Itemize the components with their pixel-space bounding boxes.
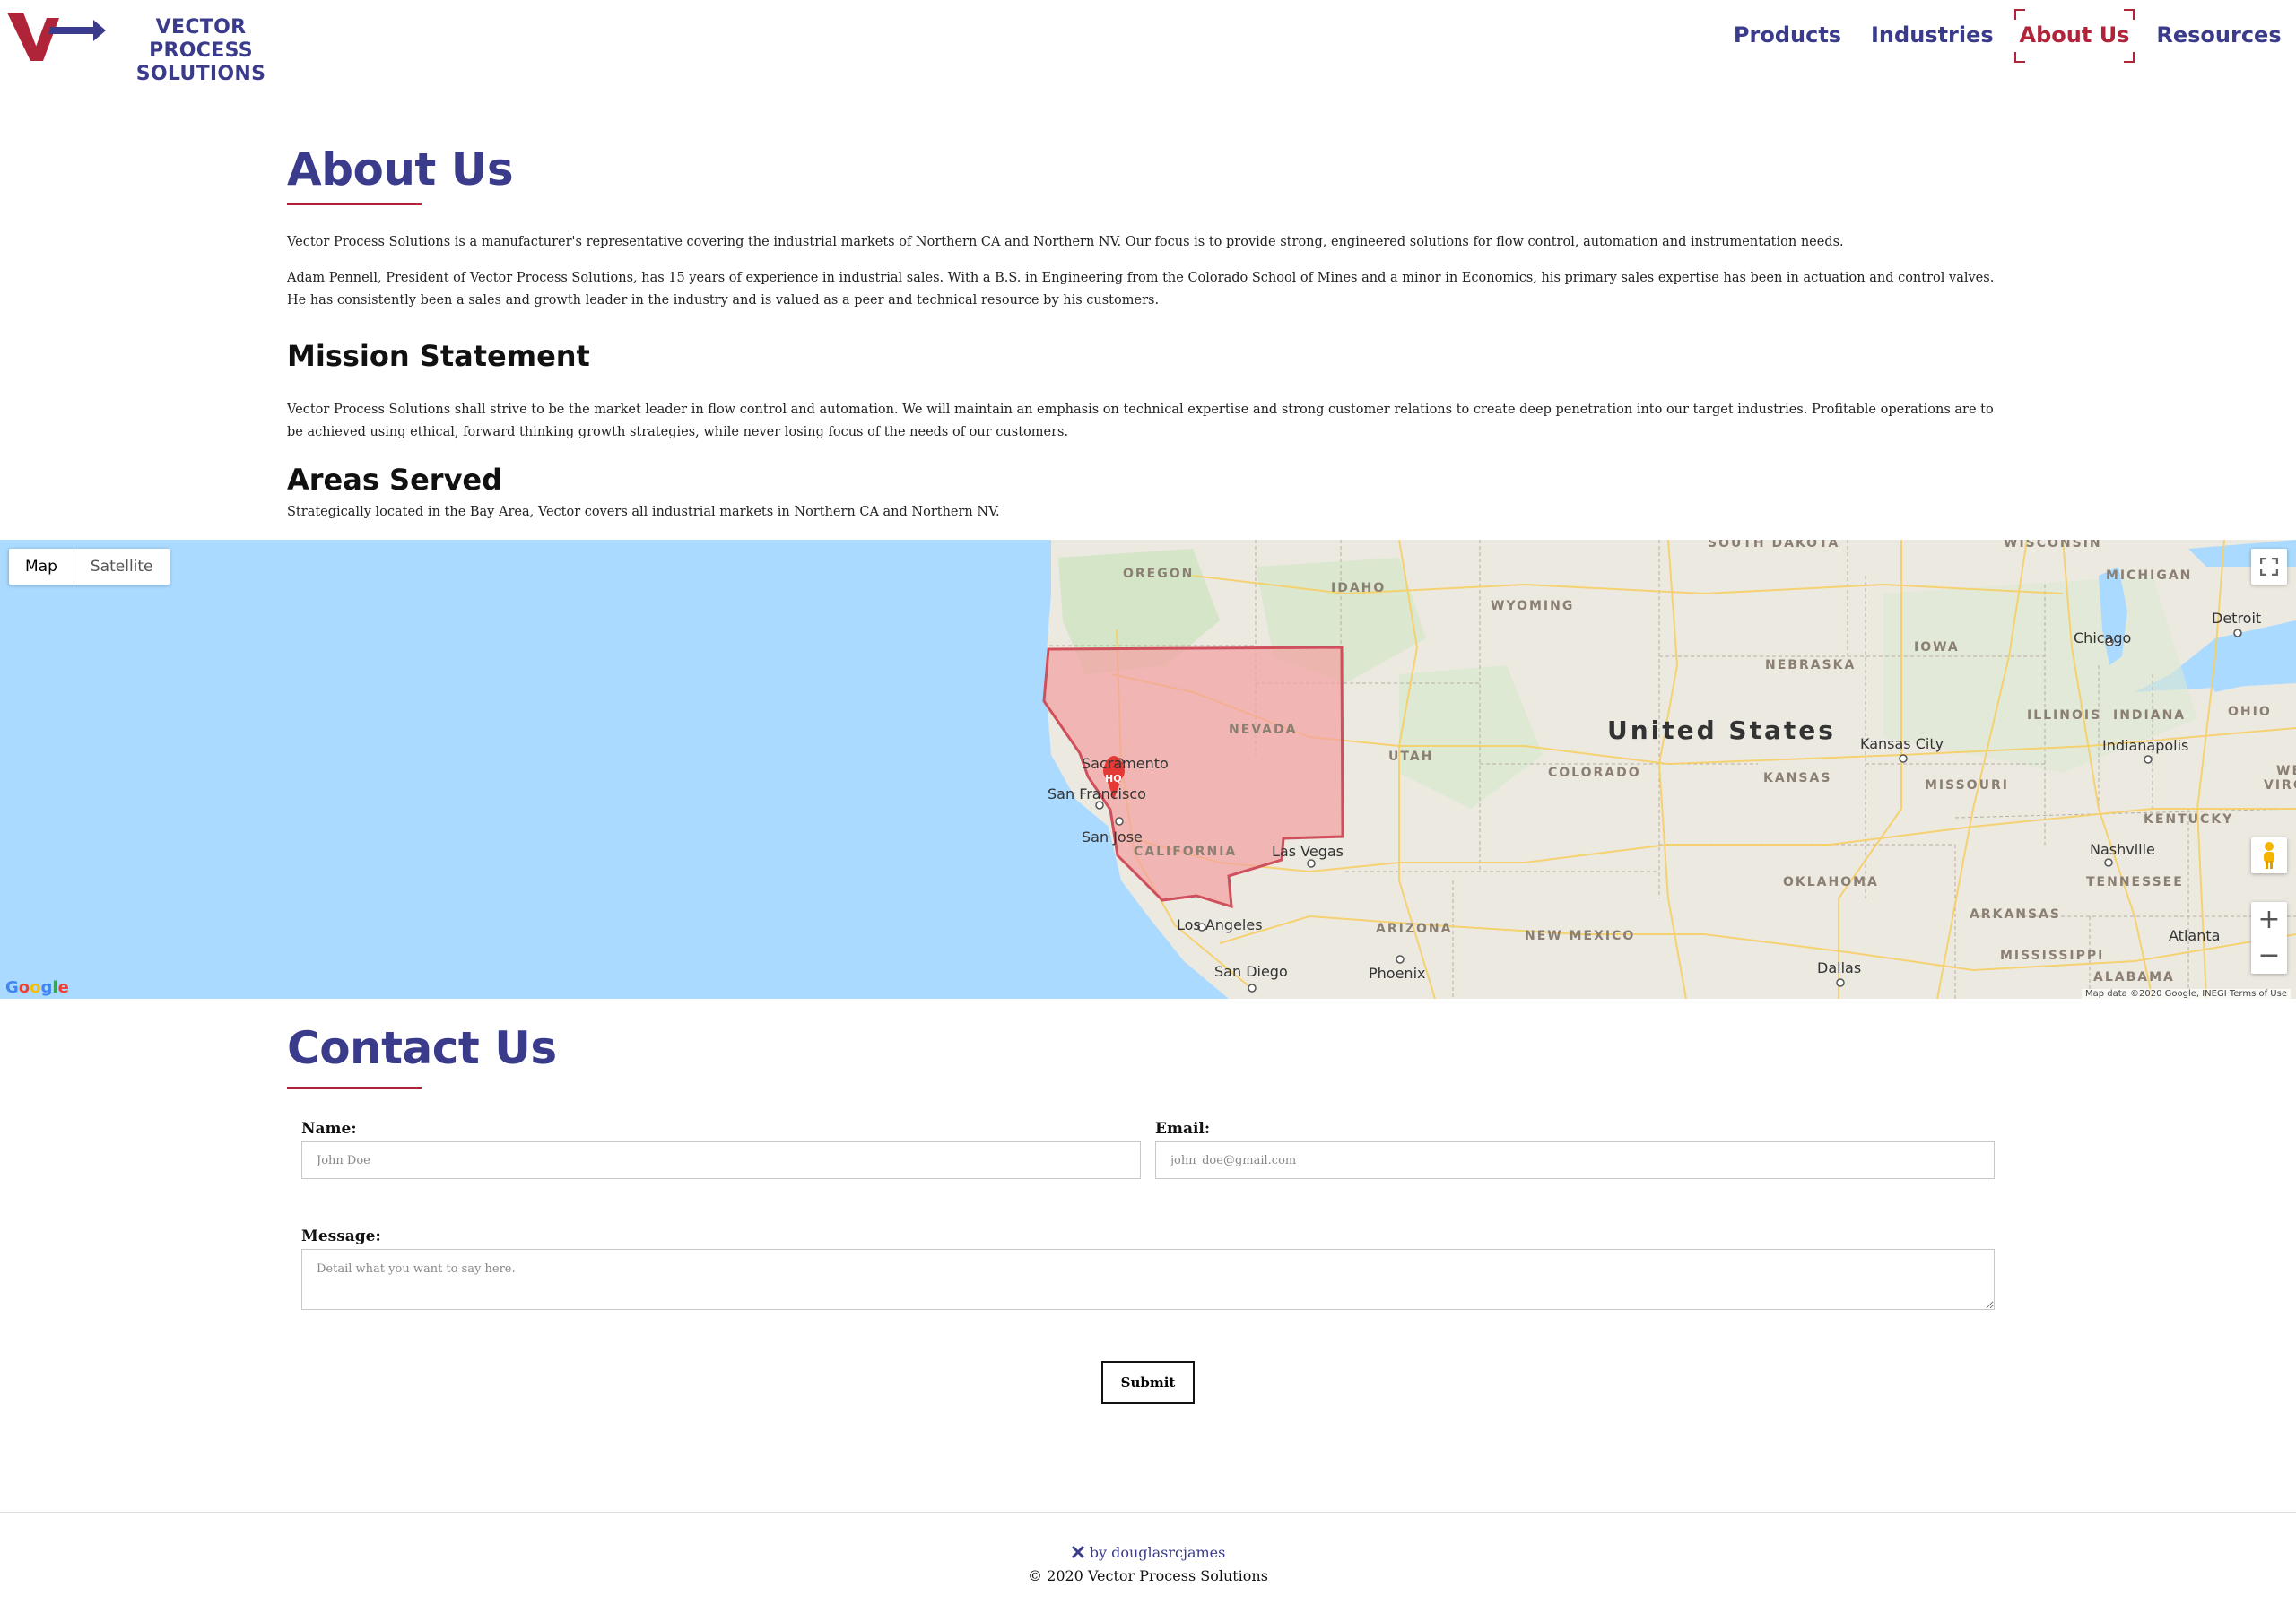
country-label: United States bbox=[1607, 715, 1836, 745]
state-label: ILLINOIS bbox=[2027, 708, 2102, 723]
areas-map[interactable]: HQ SOUTH DAKOTA WISCONSIN MICHIGAN OREGO… bbox=[0, 540, 2296, 999]
state-label: OKLAHOMA bbox=[1783, 875, 1879, 889]
active-bracket-br bbox=[2124, 52, 2135, 63]
email-input[interactable] bbox=[1155, 1141, 1995, 1179]
fullscreen-button[interactable] bbox=[2251, 549, 2287, 585]
state-label: WYOMING bbox=[1491, 599, 1575, 613]
tools-icon bbox=[1071, 1545, 1084, 1559]
state-label: KENTUCKY bbox=[2144, 812, 2234, 827]
site-logo[interactable]: VECTOR PROCESS SOLUTIONS bbox=[7, 9, 294, 85]
state-label: NEBRASKA bbox=[1765, 658, 1857, 672]
logo-mark-icon bbox=[7, 13, 106, 61]
city-label: Phoenix bbox=[1369, 965, 1426, 982]
mission-text: Vector Process Solutions shall strive to… bbox=[287, 403, 1994, 439]
logo-text: VECTOR PROCESS SOLUTIONS bbox=[102, 16, 300, 86]
footer-credit[interactable]: by douglasrcjames bbox=[0, 1544, 2296, 1561]
state-label: ARIZONA bbox=[1376, 922, 1453, 936]
city-label: Los Angeles bbox=[1177, 916, 1263, 933]
city-label: Atlanta bbox=[2169, 927, 2221, 944]
street-view-pegman-button[interactable] bbox=[2251, 837, 2287, 873]
city-label: Chicago bbox=[2074, 629, 2132, 646]
pegman-icon bbox=[2264, 842, 2274, 869]
areas-text: Strategically located in the Bay Area, V… bbox=[287, 505, 1000, 519]
state-label: VIRG bbox=[2264, 778, 2296, 793]
nav-industries[interactable]: Industries bbox=[1871, 9, 1994, 63]
state-label: MISSISSIPPI bbox=[2000, 949, 2105, 963]
city-label: Las Vegas bbox=[1272, 843, 1344, 860]
message-textarea[interactable] bbox=[301, 1249, 1995, 1310]
about-title: About Us bbox=[287, 143, 514, 195]
zoom-control: + − bbox=[2251, 902, 2287, 974]
state-label: OREGON bbox=[1123, 567, 1195, 581]
state-label: UTAH bbox=[1388, 750, 1434, 764]
city-label: Kansas City bbox=[1860, 735, 1944, 752]
fullscreen-icon bbox=[2259, 557, 2279, 577]
contact-title: Contact Us bbox=[287, 1022, 557, 1074]
footer-divider bbox=[0, 1512, 2296, 1513]
nav-about-us[interactable]: About Us bbox=[2014, 9, 2135, 63]
areas-title: Areas Served bbox=[287, 463, 503, 497]
city-label: Indianapolis bbox=[2102, 737, 2189, 754]
footer-copyright: © 2020 Vector Process Solutions bbox=[1028, 1567, 1268, 1584]
active-bracket-tr bbox=[2124, 9, 2135, 20]
google-logo[interactable]: Google bbox=[5, 978, 69, 997]
state-label: NEW MEXICO bbox=[1525, 929, 1636, 943]
logo-line-1: VECTOR PROCESS bbox=[149, 16, 253, 62]
name-label: Name: bbox=[301, 1120, 357, 1138]
city-label: Nashville bbox=[2090, 841, 2155, 858]
city-label: Sacramento bbox=[1082, 755, 1169, 772]
city-label: San Diego bbox=[1214, 963, 1288, 980]
about-title-underline bbox=[287, 203, 422, 205]
city-label: Detroit bbox=[2212, 610, 2262, 627]
city-label: San Jose bbox=[1082, 828, 1143, 846]
state-label: SOUTH DAKOTA bbox=[1708, 540, 1840, 551]
name-input[interactable] bbox=[301, 1141, 1141, 1179]
state-label: MISSOURI bbox=[1925, 778, 2009, 793]
state-label: INDIANA bbox=[2113, 708, 2187, 723]
map-attribution[interactable]: Map data ©2020 Google, INEGI Terms of Us… bbox=[2082, 989, 2291, 999]
map-type-satellite-button[interactable]: Satellite bbox=[73, 549, 170, 585]
logo-line-2: SOLUTIONS bbox=[135, 63, 266, 85]
state-label: WISCONSIN bbox=[2004, 540, 2102, 551]
state-label: ALABAMA bbox=[2093, 970, 2175, 984]
email-label: Email: bbox=[1155, 1120, 1211, 1138]
site-header: VECTOR PROCESS SOLUTIONS Products Indust… bbox=[0, 0, 2296, 85]
state-label: COLORADO bbox=[1548, 766, 1641, 780]
hq-marker-label[interactable]: HQ bbox=[1105, 773, 1122, 785]
state-label: OHIO bbox=[2228, 705, 2272, 719]
state-label: NEVADA bbox=[1229, 723, 1298, 737]
state-label: IOWA bbox=[1914, 640, 1960, 655]
mission-title: Mission Statement bbox=[287, 339, 590, 373]
nav-about-us-label: About Us bbox=[2019, 22, 2130, 48]
contact-title-underline bbox=[287, 1087, 422, 1089]
city-label: San Francisco bbox=[1048, 785, 1146, 802]
nav-resources[interactable]: Resources bbox=[2156, 9, 2282, 63]
state-label: KANSAS bbox=[1763, 771, 1832, 785]
map-type-control: Map Satellite bbox=[9, 549, 170, 585]
zoom-out-button[interactable]: − bbox=[2251, 938, 2287, 974]
state-label: MICHIGAN bbox=[2106, 568, 2193, 583]
message-label: Message: bbox=[301, 1227, 381, 1245]
city-label: Dallas bbox=[1817, 959, 1862, 976]
map-type-map-button[interactable]: Map bbox=[9, 549, 74, 585]
submit-button[interactable]: Submit bbox=[1101, 1361, 1195, 1404]
about-paragraph-1: Vector Process Solutions is a manufactur… bbox=[287, 235, 1844, 249]
state-label: CALIFORNIA bbox=[1134, 845, 1238, 859]
state-label: IDAHO bbox=[1331, 581, 1387, 595]
state-label: ARKANSAS bbox=[1970, 907, 2062, 922]
active-bracket-bl bbox=[2014, 52, 2025, 63]
about-paragraph-2: Adam Pennell, President of Vector Proces… bbox=[287, 271, 1995, 308]
zoom-in-button[interactable]: + bbox=[2251, 902, 2287, 938]
state-label: TENNESSEE bbox=[2086, 875, 2184, 889]
nav-products[interactable]: Products bbox=[1729, 9, 1846, 63]
footer-credit-text: by douglasrcjames bbox=[1089, 1544, 1226, 1561]
active-bracket-tl bbox=[2014, 9, 2025, 20]
state-label: WE bbox=[2276, 764, 2296, 778]
